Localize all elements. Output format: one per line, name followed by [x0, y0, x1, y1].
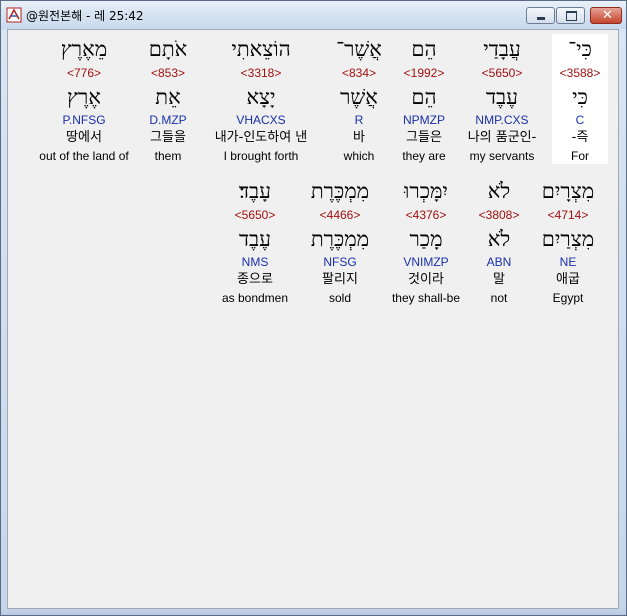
korean-gloss: 종으로	[237, 272, 273, 287]
korean-gloss: 나의 품군인-	[467, 130, 537, 145]
strong-number[interactable]: <853>	[139, 64, 197, 82]
morphology-code: NMP.CXS	[475, 113, 529, 127]
english-gloss: them	[154, 149, 182, 163]
morphology-code: D.MZP	[149, 113, 187, 127]
word-cell[interactable]: אֹתָם <853> אֵת D.MZP 그들을 them	[139, 34, 197, 164]
morphology-code: C	[575, 113, 585, 127]
lemma-word: כִּי	[572, 85, 588, 109]
lemma-word: הֵם	[411, 85, 437, 109]
english-gloss: my servants	[469, 149, 535, 163]
hebrew-word: עָבֶד׃	[238, 179, 272, 203]
strong-number[interactable]: <4376>	[383, 206, 469, 224]
strong-number[interactable]: <4466>	[302, 206, 378, 224]
english-gloss: out of the land of	[39, 149, 129, 163]
word-cell[interactable]: הוֹצֵאתִי <3318> יָצָא VHACXS 내가-인도하여 낸 I bro…	[198, 34, 324, 164]
morphology-code: NE	[559, 255, 577, 269]
english-gloss: I brought forth	[223, 149, 299, 163]
maximize-button[interactable]	[556, 7, 585, 24]
strong-number[interactable]: <5650>	[215, 206, 295, 224]
strong-number[interactable]: <4714>	[531, 206, 605, 224]
morphology-code: VHACXS	[236, 113, 286, 127]
morphology-code: NMS	[241, 255, 269, 269]
close-icon: ✕	[602, 8, 613, 23]
english-gloss: which	[343, 149, 375, 163]
lemma-word: מִמְכֶּרֶת	[310, 227, 370, 251]
word-cell[interactable]: הֵם <1992> הֵם NPMZP 그들은 they are	[395, 34, 453, 164]
lemma-word: מָכַר	[409, 227, 443, 251]
window-frame-bottom	[1, 609, 626, 615]
hebrew-word: אֲשֶׁר־	[336, 37, 382, 61]
morphology-code: NFSG	[323, 255, 357, 269]
hebrew-word: מֵאֶרֶץ	[60, 37, 108, 61]
window-title: @원전본해 - 레 25:42	[26, 9, 144, 23]
lemma-word: אֲשֶׁר	[340, 85, 378, 109]
lemma-word: יָצָא	[246, 85, 276, 109]
word-cell[interactable]: מֵאֶרֶץ <776> אֶרֶץ P.NFSG 땅에서 out of the lan…	[32, 34, 136, 164]
word-cell[interactable]: מִמְכֶּרֶת <4466> מִמְכֶּרֶת NFSG 팔리지 sold	[302, 176, 378, 306]
korean-gloss: 것이라	[408, 272, 444, 287]
strong-number[interactable]: <3588>	[552, 64, 608, 82]
maximize-icon	[566, 11, 577, 21]
hebrew-word: יִמָּכְרוּ	[404, 179, 448, 203]
morphology-code: VNIMZP	[403, 255, 449, 269]
hebrew-word: הוֹצֵאתִי	[231, 37, 291, 61]
interlinear-panel: כִּי־ <3588> כִּי C -즉 For עֲבָדַי <5650> עֶבֶד N…	[7, 29, 619, 609]
morphology-code: ABN	[486, 255, 512, 269]
word-cell[interactable]: אֲשֶׁר־ <834> אֲשֶׁר R 바 which	[330, 34, 388, 164]
korean-gloss: 말	[493, 272, 505, 287]
title-bar[interactable]: @원전본해 - 레 25:42 ✕	[1, 1, 626, 29]
english-gloss: as bondmen	[221, 291, 289, 305]
hebrew-word: עֲבָדַי	[483, 37, 521, 61]
hebrew-word: לֹא	[487, 179, 511, 203]
word-cell[interactable]: לֹא <3808> לֹא ABN 말 not	[471, 176, 527, 306]
english-gloss: they are	[402, 149, 446, 163]
lemma-word: מִצְרַיִם	[541, 227, 595, 251]
morphology-code: P.NFSG	[62, 113, 106, 127]
morphology-code: NPMZP	[403, 113, 445, 127]
korean-gloss: -즉	[571, 130, 589, 145]
word-cell[interactable]: עֲבָדַי <5650> עֶבֶד NMP.CXS 나의 품군인-my serva…	[459, 34, 545, 164]
korean-gloss: 바	[353, 130, 365, 145]
strong-number[interactable]: <3318>	[198, 64, 324, 82]
strong-number[interactable]: <3808>	[471, 206, 527, 224]
minimize-button[interactable]	[526, 7, 555, 24]
lemma-word: לֹא	[487, 227, 511, 251]
morphology-code: R	[354, 113, 364, 127]
word-cell[interactable]: כִּי־ <3588> כִּי C -즉 For	[552, 34, 608, 164]
english-gloss: not	[490, 291, 508, 305]
lemma-word: אֶרֶץ	[67, 85, 101, 109]
korean-gloss: 땅에서	[66, 130, 102, 145]
english-gloss: Egypt	[552, 291, 584, 305]
korean-gloss: 내가-인도하여 낸	[214, 130, 308, 145]
hebrew-word: הֵם	[411, 37, 437, 61]
app-icon	[6, 7, 22, 23]
strong-number[interactable]: <776>	[32, 64, 136, 82]
strong-number[interactable]: <1992>	[395, 64, 453, 82]
word-cell[interactable]: עָבֶד׃ <5650> עֶבֶד NMS 종으로 as bondmen	[215, 176, 295, 306]
close-button[interactable]: ✕	[590, 7, 622, 24]
lemma-word: עֶבֶד	[485, 85, 519, 109]
korean-gloss: 그들은	[406, 130, 442, 145]
minimize-icon	[537, 17, 545, 20]
strong-number[interactable]: <5650>	[459, 64, 545, 82]
hebrew-word: מִמְכֶּרֶת	[310, 179, 370, 203]
hebrew-word: אֹתָם	[148, 37, 188, 61]
app-window: @원전본해 - 레 25:42 ✕ כִּי־ <3588> כִּי C -즉 For ע…	[0, 0, 627, 616]
korean-gloss: 애굽	[556, 272, 580, 287]
hebrew-word: מִצְרָיִם	[541, 179, 595, 203]
english-gloss: For	[571, 149, 589, 163]
lemma-word: אֵת	[155, 85, 181, 109]
hebrew-word: כִּי־	[568, 37, 592, 61]
korean-gloss: 팔리지	[322, 272, 358, 287]
word-cell[interactable]: מִצְרָיִם <4714> מִצְרַיִם NE 애굽 Egypt	[531, 176, 605, 306]
word-cell[interactable]: יִמָּכְרוּ <4376> מָכַר VNIMZP 것이라 they shall…	[383, 176, 469, 306]
english-gloss: sold	[328, 291, 351, 305]
strong-number[interactable]: <834>	[330, 64, 388, 82]
korean-gloss: 그들을	[150, 130, 186, 145]
english-gloss: they shall-be	[391, 291, 461, 305]
lemma-word: עֶבֶד	[238, 227, 272, 251]
